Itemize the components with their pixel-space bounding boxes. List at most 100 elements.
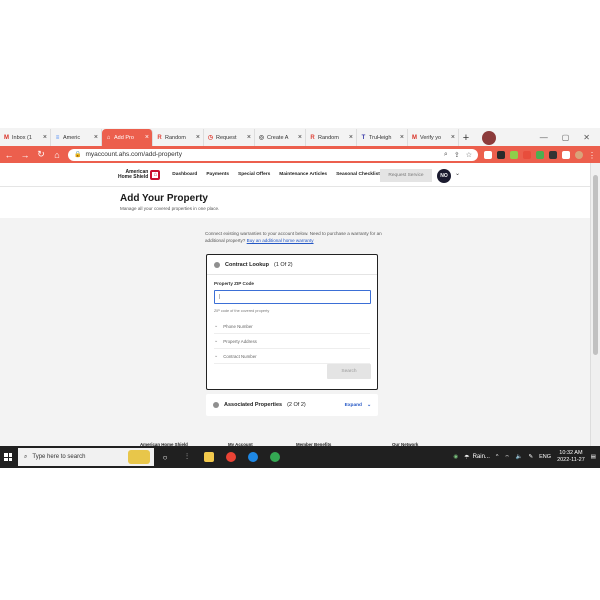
chrome-icon[interactable] xyxy=(220,446,242,468)
close-tab-icon[interactable]: × xyxy=(43,134,47,141)
user-avatar[interactable]: NO xyxy=(437,169,451,183)
chevron-up-icon[interactable]: ^ xyxy=(496,454,499,460)
close-window-icon[interactable]: ✕ xyxy=(583,133,590,142)
lock-icon[interactable]: 🔒 xyxy=(74,151,81,158)
chrome-profile-icon[interactable] xyxy=(264,446,286,468)
tab-title: TruHeigh xyxy=(369,134,392,141)
profile-avatar-icon[interactable] xyxy=(575,150,583,159)
network-icon[interactable]: ⌔ xyxy=(505,454,510,461)
nav-dashboard[interactable]: Dashboard xyxy=(172,172,197,177)
tab-favicon-icon: M xyxy=(412,134,417,141)
windows-taskbar: ⌕ Type here to search ○ ⫶ ◉ ☂ Rain... ^ … xyxy=(0,446,600,468)
task-view-icon[interactable]: ○ xyxy=(154,446,176,468)
zip-label: Property ZIP Code xyxy=(214,281,254,286)
search-icon: ⌕ xyxy=(24,453,28,460)
zoom-icon[interactable]: ⌕ xyxy=(444,151,448,159)
browser-tab[interactable]: R Random × xyxy=(153,129,204,146)
nav-payments[interactable]: Payments xyxy=(206,172,229,177)
browser-tab[interactable]: M Verify yo × xyxy=(408,129,459,146)
screenshot-area: M Inbox (1 × ≡ Americ × ⌂ Add Pro × R Random × ◷ Requ… xyxy=(0,128,600,468)
tab-favicon-icon: ◎ xyxy=(258,135,265,141)
new-tab-button[interactable]: + xyxy=(459,129,473,146)
puzzle-extensions-icon[interactable] xyxy=(549,150,557,159)
rain-cloud-icon: ☂ xyxy=(464,454,470,461)
start-button[interactable] xyxy=(0,446,16,468)
url-text: myaccount.ahs.com/add-property xyxy=(85,151,182,158)
extension-icon[interactable] xyxy=(510,150,518,159)
page-subtitle: Manage all your covered properties in on… xyxy=(120,206,220,211)
windows-logo-icon xyxy=(4,453,12,461)
chevron-down-icon: ⌄ xyxy=(366,402,371,408)
contract-number-option[interactable]: ⌄ Contract Number xyxy=(214,349,370,364)
minimize-icon[interactable]: — xyxy=(540,133,548,142)
tab-title: Create A xyxy=(267,134,289,141)
file-explorer-icon[interactable] xyxy=(198,446,220,468)
close-tab-icon[interactable]: × xyxy=(94,134,98,141)
chevron-down-icon[interactable]: ⌄ xyxy=(455,170,460,177)
extensions-area: ⋮ xyxy=(484,150,596,160)
volume-icon[interactable]: 🔈 xyxy=(516,454,523,460)
nav-special-offers[interactable]: Special Offers xyxy=(238,172,270,177)
nav-maintenance-articles[interactable]: Maintenance Articles xyxy=(279,172,327,177)
close-tab-icon[interactable]: × xyxy=(451,134,455,141)
back-icon[interactable]: ← xyxy=(4,150,14,160)
close-tab-icon[interactable]: × xyxy=(349,134,353,141)
browser-tab[interactable]: M Inbox (1 × xyxy=(0,129,51,146)
widgets-icon[interactable]: ⫶ xyxy=(176,446,198,468)
home-icon[interactable]: ⌂ xyxy=(52,150,62,160)
browser-tab[interactable]: ◷ Request × xyxy=(204,129,255,146)
page-title: Add Your Property xyxy=(120,193,208,204)
window-controls: — ▢ ✕ xyxy=(481,129,600,146)
search-button[interactable]: Search xyxy=(327,364,371,379)
tray-app-icon[interactable]: ◉ xyxy=(453,454,458,460)
address-bar[interactable]: 🔒 myaccount.ahs.com/add-property ⌕ ⇪ ☆ xyxy=(68,148,478,161)
browser-tab[interactable]: R Random × xyxy=(306,129,357,146)
request-service-button[interactable]: Request Service xyxy=(380,169,432,182)
close-tab-icon[interactable]: × xyxy=(247,134,251,141)
language-indicator[interactable]: ENG xyxy=(539,454,551,460)
browser-tab[interactable]: T TruHeigh × xyxy=(357,129,408,146)
tab-title: Random xyxy=(318,134,339,141)
weather-widget[interactable]: ☂ Rain... xyxy=(464,454,490,461)
property-address-option[interactable]: ⌄ Property Address xyxy=(214,334,370,349)
zip-code-input[interactable]: | xyxy=(214,290,371,304)
main-nav: Dashboard Payments Special Offers Mainte… xyxy=(172,172,380,177)
edge-icon[interactable] xyxy=(242,446,264,468)
page-scrollbar[interactable] xyxy=(590,163,600,448)
extension-icon[interactable] xyxy=(484,150,492,159)
contract-lookup-card: Contract Lookup (1 Of 2) Property ZIP Co… xyxy=(206,254,378,390)
extension-icon[interactable] xyxy=(523,150,531,159)
close-tab-icon[interactable]: × xyxy=(400,134,404,141)
forward-icon[interactable]: → xyxy=(20,150,30,160)
nav-seasonal-checklist[interactable]: Seasonal Checklist xyxy=(336,172,380,177)
buy-warranty-link[interactable]: Buy an additional home warranty xyxy=(247,238,314,243)
ahs-logo[interactable]: American Home Shield ⌂ xyxy=(118,169,161,180)
close-tab-icon[interactable]: × xyxy=(298,134,302,141)
scrollbar-thumb[interactable] xyxy=(593,175,598,355)
reload-icon[interactable]: ↻ xyxy=(36,149,46,160)
browser-tab[interactable]: ⌂ Add Pro × xyxy=(102,129,153,146)
expand-button[interactable]: Expand ⌄ xyxy=(345,403,371,408)
share-icon[interactable]: ⇪ xyxy=(454,151,460,159)
pen-icon[interactable]: ✎ xyxy=(529,454,534,460)
browser-tab[interactable]: ◎ Create A × xyxy=(255,129,306,146)
close-tab-icon[interactable]: × xyxy=(196,134,200,141)
clock[interactable]: 10:32 AM 2022-11-27 xyxy=(557,450,585,464)
taskbar-search[interactable]: ⌕ Type here to search xyxy=(18,448,154,466)
tab-title: Request xyxy=(216,134,237,141)
maximize-icon[interactable]: ▢ xyxy=(562,133,570,142)
step-dot-icon xyxy=(214,262,220,268)
notification-icon[interactable]: ▤ xyxy=(591,454,596,460)
tab-favicon-icon: R xyxy=(310,134,315,141)
bookmark-star-icon[interactable]: ☆ xyxy=(466,151,472,159)
extension-icon[interactable] xyxy=(536,150,544,159)
phone-number-option[interactable]: ⌄ Phone Number xyxy=(214,319,370,334)
menu-kebab-icon[interactable]: ⋮ xyxy=(588,151,596,160)
close-tab-icon[interactable]: × xyxy=(145,134,149,141)
intro-text: Connect existing warranties to your acco… xyxy=(205,231,382,243)
extension-icon[interactable] xyxy=(497,150,505,159)
sidebar-icon[interactable] xyxy=(562,150,570,159)
contract-lookup-header: Contract Lookup (1 Of 2) xyxy=(207,255,377,268)
profile-bubble-icon[interactable] xyxy=(481,130,496,145)
browser-tab[interactable]: ≡ Americ × xyxy=(51,129,102,146)
